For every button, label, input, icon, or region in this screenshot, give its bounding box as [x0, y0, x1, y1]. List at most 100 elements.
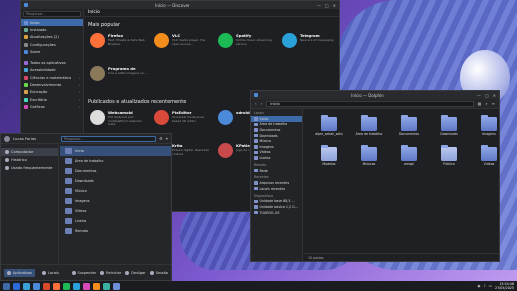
launcher-place-item[interactable]: Início [60, 146, 171, 156]
volume-icon[interactable]: ♪ [483, 284, 485, 288]
sidebar-item[interactable]: Atualizações (2) [21, 34, 83, 41]
status-bar: 10 pastas [304, 253, 499, 261]
folder-icon [65, 178, 72, 184]
taskbar-app-icon[interactable] [53, 282, 60, 290]
launcher-place-item[interactable]: Vídeos [60, 206, 171, 216]
app-icon [154, 33, 169, 48]
folder-icon [441, 145, 457, 161]
category-icon [5, 150, 9, 154]
app-name: xdroid [236, 110, 250, 115]
sidebar-item[interactable]: Escritório › [21, 96, 83, 103]
folder-item[interactable]: Modelos [310, 145, 348, 173]
discover-titlebar[interactable]: Início — Discover — □ ✕ [21, 1, 339, 9]
tab-applications[interactable]: Aplicativos [4, 268, 36, 277]
app-card[interactable]: Telegram New era of messaging [280, 31, 341, 61]
location-bar[interactable]: Início [266, 100, 474, 107]
app-card[interactable]: Firefox Fast, Private & Safe Web Browser [88, 31, 149, 61]
places-item-label: Unidade base 68,5 ... [259, 199, 295, 204]
forward-icon[interactable]: › [261, 101, 263, 106]
network-icon[interactable]: ◉ [477, 284, 480, 288]
folder-icon [254, 156, 258, 160]
discover-search-input[interactable]: Pesquisar... [23, 11, 81, 17]
taskbar-app-icon[interactable] [63, 282, 70, 290]
clock[interactable]: 13:54:46 27/05/2025 [495, 282, 514, 290]
battery-icon[interactable]: ▭ [489, 284, 492, 288]
launcher-place-item[interactable]: Lixeira [60, 216, 171, 226]
taskbar-app-icon[interactable] [93, 282, 100, 290]
folder-icon [481, 115, 497, 131]
minimize-icon[interactable]: — [477, 93, 481, 98]
tab-places[interactable]: Locais [39, 269, 62, 277]
folder-item[interactable]: Imagens [470, 115, 508, 143]
sidebar-item[interactable]: Gráficos › [21, 103, 83, 110]
minimize-icon[interactable]: — [317, 3, 321, 8]
places-item[interactable]: Unidade basica 1,2 G... [251, 204, 302, 210]
sidebar-item[interactable]: Acessibilidade [21, 67, 83, 74]
places-panel: Locais Início Área de trabalho Documentos D… [251, 109, 303, 261]
sidebar-item[interactable]: Instalado [21, 26, 83, 33]
avatar[interactable] [4, 135, 10, 142]
view-mode-icon[interactable]: ▦ [478, 101, 482, 106]
menu-icon[interactable]: ≡ [492, 101, 495, 106]
sidebar-item[interactable]: Início [21, 19, 83, 27]
folder-item[interactable]: Documentos [390, 115, 428, 143]
restart-button[interactable]: Reiniciar [100, 270, 121, 275]
launcher-place-item[interactable]: Música [60, 186, 171, 196]
launcher-place-item[interactable]: Downloads [60, 176, 171, 186]
places-item[interactable]: Unidade base 68,5 ... [251, 199, 302, 205]
app-card[interactable]: Spotify Online music streaming service [216, 31, 277, 61]
folder-item[interactable]: Público [430, 145, 468, 173]
grid-icon [7, 270, 11, 275]
launcher-category[interactable]: Histórico [1, 156, 58, 164]
launcher-place-item[interactable]: Área de trabalho [60, 156, 171, 166]
settings-icon[interactable]: ⚙ [159, 136, 163, 141]
session-button[interactable]: Sessão [149, 270, 168, 275]
sidebar-item[interactable]: Configurações [21, 41, 83, 48]
folder-name: Downloads [440, 132, 458, 136]
sidebar-item[interactable]: Ciências e matemática › [21, 74, 83, 81]
taskbar-app-icon[interactable] [23, 282, 30, 290]
compass-icon [42, 270, 47, 275]
taskbar-app-icon[interactable] [113, 282, 120, 290]
sidebar-item[interactable]: Educação › [21, 89, 83, 96]
taskbar-app-icon[interactable] [73, 282, 80, 290]
maximize-icon[interactable]: □ [325, 3, 329, 8]
launcher-category[interactable]: Computador [1, 148, 58, 156]
sidebar-item[interactable]: Sobre [21, 48, 83, 55]
launcher-place-item[interactable]: Imagens [60, 196, 171, 206]
close-icon[interactable]: ✕ [493, 93, 496, 98]
folder-item[interactable]: Vídeos [470, 145, 508, 173]
launcher-category[interactable]: Usado frequentemente [1, 164, 58, 172]
suspend-button[interactable]: Suspender [71, 270, 96, 275]
folder-icon [254, 181, 258, 185]
folder-item[interactable]: Músicas [350, 145, 388, 173]
close-icon[interactable]: ✕ [333, 3, 336, 8]
sidebar-item-label: Escritório [30, 97, 47, 102]
launcher-search-input[interactable]: Pesquisar... [61, 135, 157, 142]
taskbar-app-icon[interactable] [103, 282, 110, 290]
folder-item[interactable]: omapi [390, 145, 428, 173]
category-icon [24, 35, 28, 40]
sidebar-item[interactable]: Desenvolvimento › [21, 81, 83, 88]
folder-item[interactable]: Downloads [430, 115, 468, 143]
sidebar-item[interactable]: Todos os aplicativos [21, 59, 83, 66]
taskbar-app-icon[interactable] [83, 282, 90, 290]
launcher-place-item[interactable]: Remoto [60, 226, 171, 236]
taskbar-app-icon[interactable] [33, 282, 40, 290]
dolphin-titlebar[interactable]: Início — Dolphin — □ ✕ [251, 91, 499, 99]
taskbar-app-icon[interactable] [43, 282, 50, 290]
folder-item[interactable]: alpm_sebali_selis [310, 115, 348, 143]
search-icon[interactable]: ⌕ [485, 101, 487, 106]
places-item[interactable]: TUXEDO-OS [251, 210, 302, 216]
shutdown-button[interactable]: Desligar [125, 270, 146, 275]
taskbar-app-icon[interactable] [13, 282, 20, 290]
launcher-places-list: Início Área de trabalho Documentos Download… [60, 144, 171, 264]
launcher-place-item[interactable]: Documentos [60, 166, 171, 176]
maximize-icon[interactable]: □ [485, 93, 489, 98]
pin-icon[interactable]: ⌖ [166, 136, 168, 141]
app-card[interactable]: VLC VLC media player, the open source... [152, 31, 213, 61]
back-icon[interactable]: ‹ [255, 101, 257, 106]
app-card[interactable]: Programa de Crie e edite imagens ou... [88, 64, 149, 94]
launcher-icon[interactable] [3, 282, 10, 290]
folder-item[interactable]: Área de trabalho [350, 115, 388, 143]
